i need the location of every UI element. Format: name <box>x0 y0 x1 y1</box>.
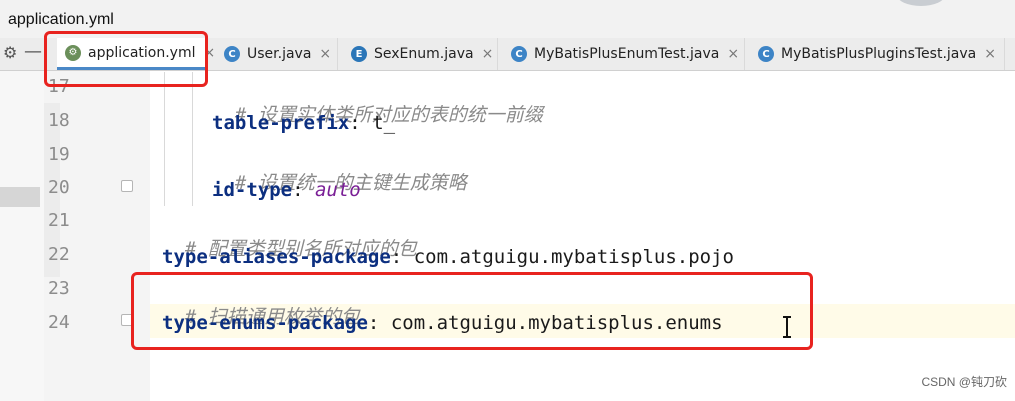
code-line[interactable]: type-aliases-package: com.atguigu.mybati… <box>162 244 734 270</box>
code-line[interactable]: # 设置实体类所对应的表的统一前缀 <box>212 76 543 126</box>
close-icon[interactable]: × <box>727 46 739 62</box>
tab-label: MyBatisPlusEnumTest.java <box>534 46 720 62</box>
tab-mybatisplus-plugins-test[interactable]: C MyBatisPlusPluginsTest.java × <box>750 38 1005 70</box>
yaml-value: com.atguigu.mybatisplus.pojo <box>413 246 734 268</box>
yaml-value: auto <box>314 179 361 201</box>
highlight-box-code <box>131 272 813 350</box>
line-number: 19 <box>48 144 70 165</box>
gear-icon[interactable]: ⚙ <box>3 43 17 62</box>
java-test-class-icon: C <box>758 46 774 62</box>
line-number: 20 <box>48 177 70 198</box>
tab-sexenum-java[interactable]: E SexEnum.java × <box>343 38 498 70</box>
tab-label: SexEnum.java <box>374 46 474 62</box>
close-icon[interactable]: × <box>482 46 494 62</box>
avatar <box>897 0 945 6</box>
fold-marker[interactable] <box>121 180 133 192</box>
tab-user-java[interactable]: C User.java × <box>216 38 338 70</box>
yaml-key: table-prefix <box>212 112 350 134</box>
java-class-icon: C <box>224 46 240 62</box>
watermark: CSDN @钝刀砍 <box>921 375 1007 389</box>
indent-guide <box>164 72 165 206</box>
yaml-key: type-aliases-package <box>162 246 391 268</box>
colon: : <box>292 179 304 201</box>
code-line[interactable]: # 设置统一的主键生成策略 <box>212 144 467 194</box>
yaml-key: id-type <box>212 179 293 201</box>
tab-label: User.java <box>247 46 312 62</box>
tab-label: MyBatisPlusPluginsTest.java <box>781 46 977 62</box>
line-number: 24 <box>48 312 70 333</box>
close-icon[interactable]: × <box>984 46 996 62</box>
code-line[interactable]: table-prefix: t_ <box>212 110 395 136</box>
code-line[interactable]: # 配置类型别名所对应的包 <box>162 210 417 260</box>
minimize-icon[interactable]: — <box>24 41 42 62</box>
line-number: 23 <box>48 278 70 299</box>
line-number: 22 <box>48 244 70 265</box>
window-title: application.yml <box>8 11 114 28</box>
tab-tools: ⚙ — <box>0 38 46 70</box>
project-panel-edge <box>0 71 44 401</box>
tab-mybatisplus-enum-test[interactable]: C MyBatisPlusEnumTest.java × <box>503 38 745 70</box>
code-line[interactable]: id-type: auto <box>212 177 361 203</box>
java-enum-icon: E <box>351 46 367 62</box>
line-number: 18 <box>48 110 70 131</box>
line-number: 21 <box>48 210 70 231</box>
close-icon[interactable]: × <box>319 46 331 62</box>
java-test-class-icon: C <box>511 46 527 62</box>
selection-marker <box>0 187 40 207</box>
yaml-value: t_ <box>372 112 396 134</box>
indent-guide <box>192 72 193 206</box>
colon: : <box>349 112 361 134</box>
colon: : <box>390 246 403 268</box>
highlight-box-tab <box>44 31 208 87</box>
